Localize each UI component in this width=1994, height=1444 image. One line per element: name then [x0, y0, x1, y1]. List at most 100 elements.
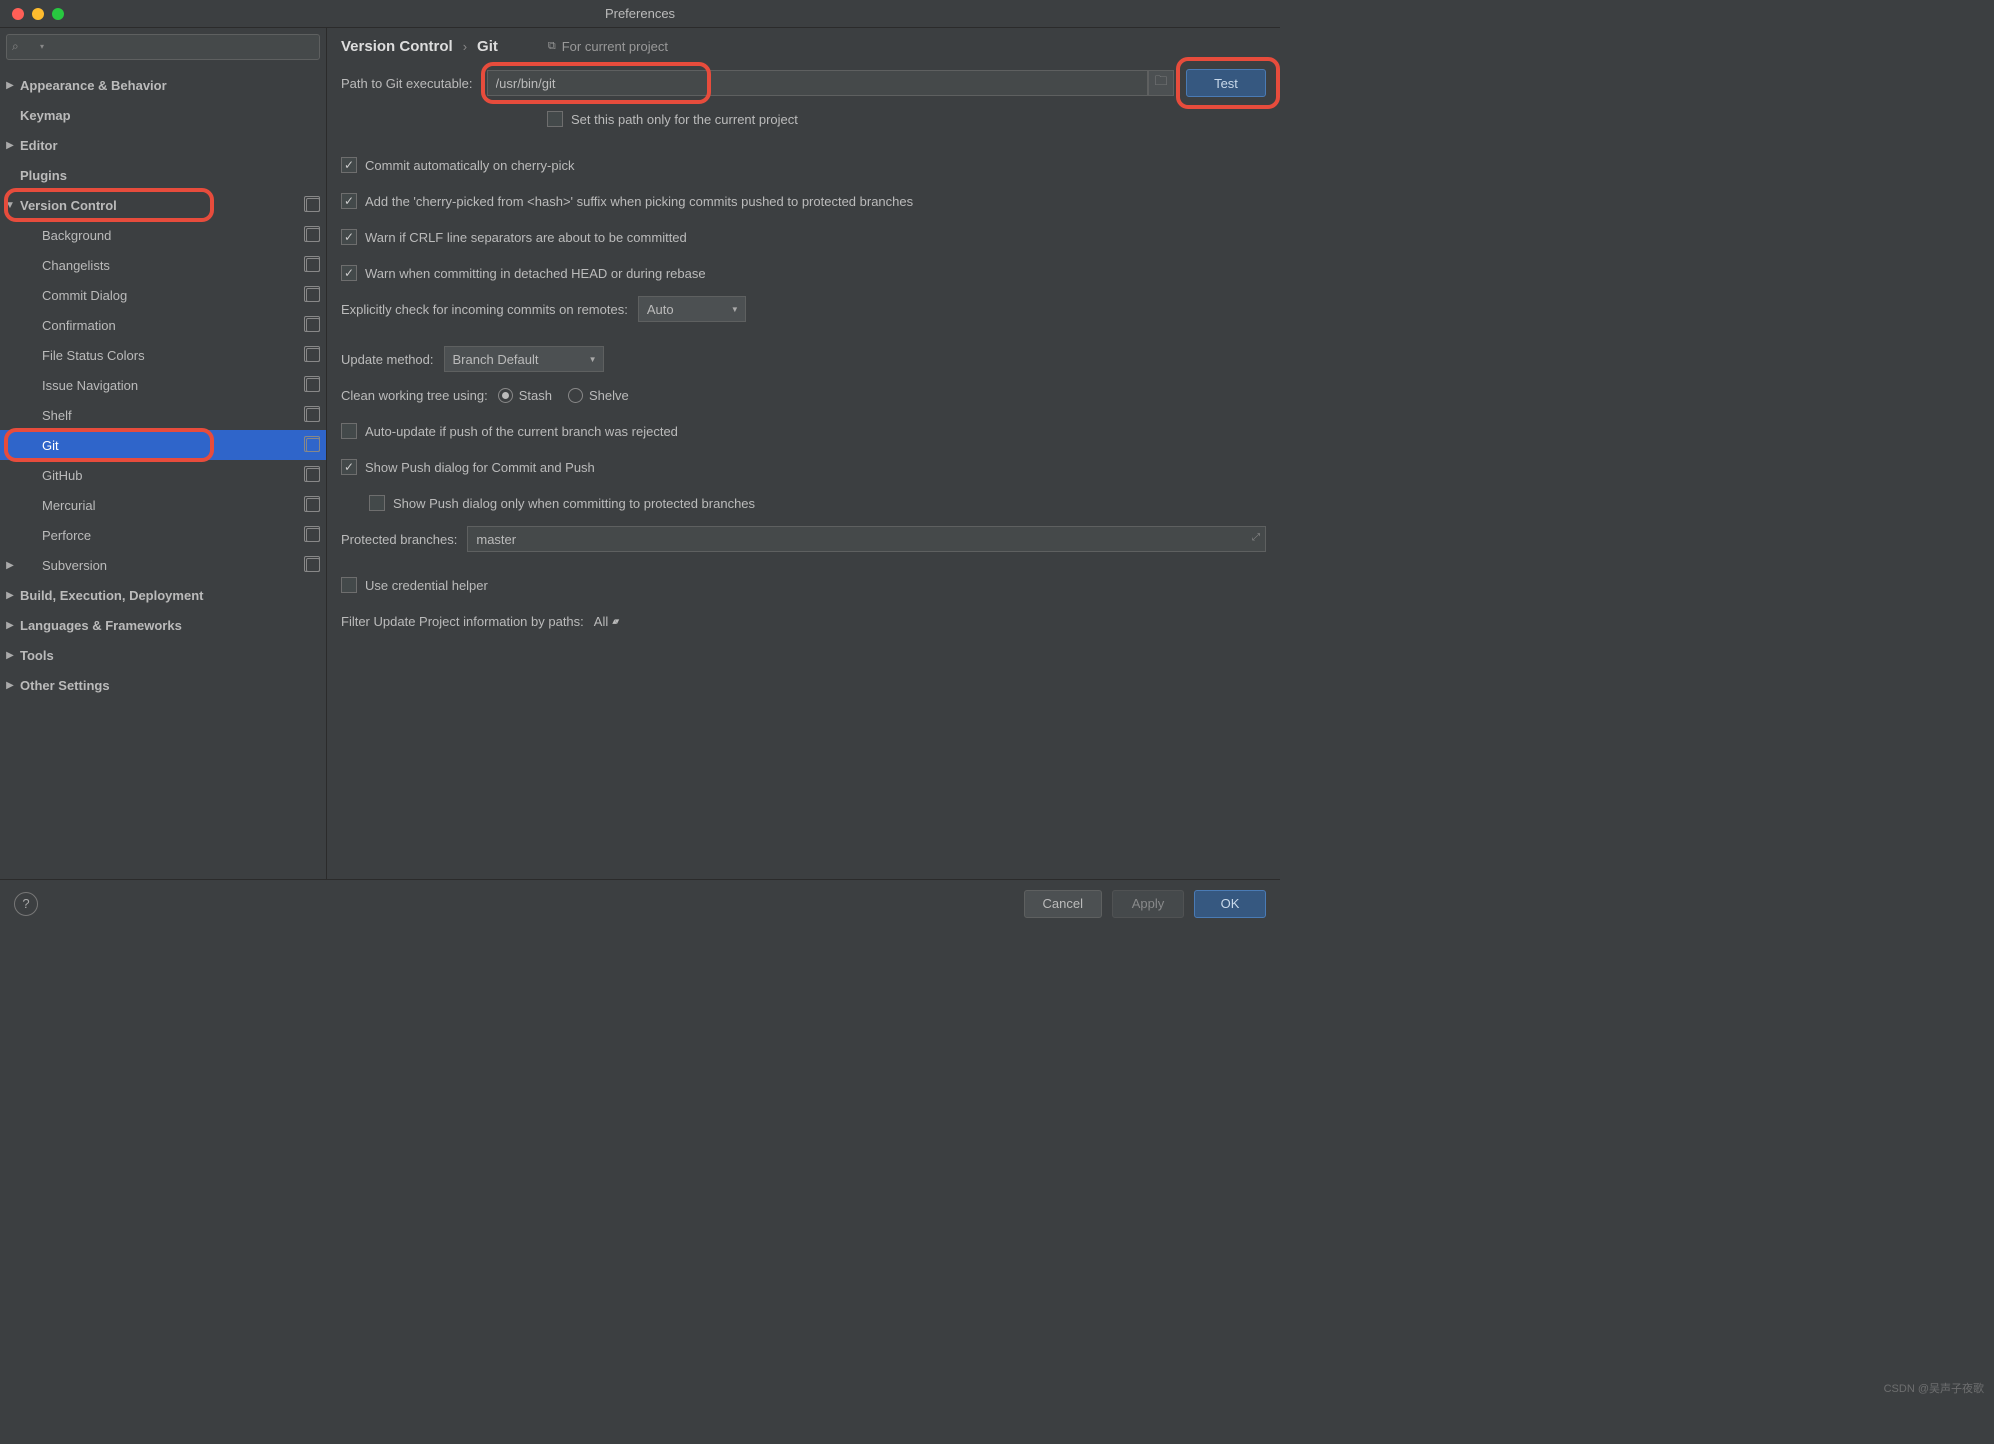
- browse-folder-icon[interactable]: 🗀: [1148, 70, 1174, 96]
- expand-arrow-icon: ▼: [0, 200, 20, 211]
- project-scope-icon: [306, 318, 320, 332]
- add-suffix-checkbox[interactable]: [341, 193, 357, 209]
- sidebar-item-perforce[interactable]: Perforce: [0, 520, 326, 550]
- search-container: ⌕ ▾: [6, 34, 320, 60]
- set-path-only-checkbox[interactable]: [547, 111, 563, 127]
- maximize-window-icon[interactable]: [52, 8, 64, 20]
- sidebar-item-label: Changelists: [20, 258, 306, 273]
- sidebar-item-label: Background: [20, 228, 306, 243]
- sidebar-item-label: Appearance & Behavior: [20, 78, 320, 93]
- auto-update-checkbox[interactable]: [341, 423, 357, 439]
- sidebar-item-languages-frameworks[interactable]: ▶Languages & Frameworks: [0, 610, 326, 640]
- warn-detached-checkbox[interactable]: [341, 265, 357, 281]
- sidebar-item-shelf[interactable]: Shelf: [0, 400, 326, 430]
- breadcrumb-current: Git: [477, 38, 498, 55]
- update-method-select[interactable]: Branch Default: [444, 346, 604, 372]
- search-input[interactable]: [6, 34, 320, 60]
- minimize-window-icon[interactable]: [32, 8, 44, 20]
- sidebar-item-mercurial[interactable]: Mercurial: [0, 490, 326, 520]
- explicitly-check-select[interactable]: Auto: [638, 296, 746, 322]
- sidebar: ⌕ ▾ ▶Appearance & BehaviorKeymap▶EditorP…: [0, 28, 327, 879]
- sidebar-item-issue-navigation[interactable]: Issue Navigation: [0, 370, 326, 400]
- expand-icon[interactable]: ⤢: [1252, 532, 1260, 543]
- sidebar-item-background[interactable]: Background: [0, 220, 326, 250]
- sidebar-item-label: Issue Navigation: [20, 378, 306, 393]
- sidebar-item-tools[interactable]: ▶Tools: [0, 640, 326, 670]
- project-scope-icon: [306, 348, 320, 362]
- commit-auto-checkbox[interactable]: [341, 157, 357, 173]
- search-icon: ⌕: [12, 39, 19, 54]
- search-dropdown-icon[interactable]: ▾: [40, 42, 44, 51]
- sort-icon: ▴▾: [612, 616, 617, 627]
- project-scope-icon: [306, 558, 320, 572]
- expand-arrow-icon: ▶: [0, 650, 20, 661]
- show-push-protected-checkbox[interactable]: [369, 495, 385, 511]
- sidebar-item-label: Shelf: [20, 408, 306, 423]
- sidebar-item-label: Commit Dialog: [20, 288, 306, 303]
- shelve-radio[interactable]: [568, 388, 583, 403]
- project-scope-icon: [306, 288, 320, 302]
- sidebar-item-github[interactable]: GitHub: [0, 460, 326, 490]
- protected-branches-label: Protected branches:: [341, 532, 457, 547]
- sidebar-item-changelists[interactable]: Changelists: [0, 250, 326, 280]
- project-scope-icon: [306, 468, 320, 482]
- warn-crlf-checkbox[interactable]: [341, 229, 357, 245]
- sidebar-item-editor[interactable]: ▶Editor: [0, 130, 326, 160]
- content-pane: Version Control › Git ⧉ For current proj…: [327, 28, 1280, 879]
- window-title: Preferences: [605, 6, 675, 21]
- explicitly-check-label: Explicitly check for incoming commits on…: [341, 302, 628, 317]
- sidebar-item-label: Other Settings: [20, 678, 320, 693]
- sidebar-item-label: Languages & Frameworks: [20, 618, 320, 633]
- apply-button[interactable]: Apply: [1112, 890, 1184, 918]
- filter-update-label: Filter Update Project information by pat…: [341, 614, 584, 629]
- show-push-label: Show Push dialog for Commit and Push: [365, 460, 595, 475]
- sidebar-item-file-status-colors[interactable]: File Status Colors: [0, 340, 326, 370]
- project-scope-icon: [306, 438, 320, 452]
- project-scope-icon: [306, 498, 320, 512]
- sidebar-item-git[interactable]: Git: [0, 430, 326, 460]
- git-path-input[interactable]: [487, 70, 1148, 96]
- sidebar-item-commit-dialog[interactable]: Commit Dialog: [0, 280, 326, 310]
- sidebar-item-confirmation[interactable]: Confirmation: [0, 310, 326, 340]
- credential-helper-checkbox[interactable]: [341, 577, 357, 593]
- help-button[interactable]: ?: [14, 892, 38, 916]
- update-method-label: Update method:: [341, 352, 434, 367]
- footer: ? Cancel Apply OK: [0, 879, 1280, 927]
- protected-branches-input[interactable]: [467, 526, 1266, 552]
- sidebar-item-subversion[interactable]: ▶Subversion: [0, 550, 326, 580]
- stash-radio[interactable]: [498, 388, 513, 403]
- sidebar-item-appearance-behavior[interactable]: ▶Appearance & Behavior: [0, 70, 326, 100]
- sidebar-item-label: Tools: [20, 648, 320, 663]
- project-scope-icon: [306, 528, 320, 542]
- watermark: CSDN @吴声子夜歌: [1884, 1380, 1984, 1396]
- ok-button[interactable]: OK: [1194, 890, 1266, 918]
- sidebar-item-label: Version Control: [20, 198, 306, 213]
- sidebar-item-keymap[interactable]: Keymap: [0, 100, 326, 130]
- expand-arrow-icon: ▶: [0, 80, 20, 91]
- sidebar-item-build-execution-deployment[interactable]: ▶Build, Execution, Deployment: [0, 580, 326, 610]
- sidebar-item-other-settings[interactable]: ▶Other Settings: [0, 670, 326, 700]
- show-push-checkbox[interactable]: [341, 459, 357, 475]
- settings-tree: ▶Appearance & BehaviorKeymap▶EditorPlugi…: [0, 66, 326, 879]
- sidebar-item-plugins[interactable]: Plugins: [0, 160, 326, 190]
- sidebar-item-label: Plugins: [20, 168, 320, 183]
- path-label: Path to Git executable:: [341, 76, 473, 91]
- sidebar-item-label: Keymap: [20, 108, 320, 123]
- project-scope-icon: [306, 198, 320, 212]
- expand-arrow-icon: ▶: [0, 140, 20, 151]
- breadcrumb-parent[interactable]: Version Control: [341, 38, 453, 55]
- credential-helper-label: Use credential helper: [365, 578, 488, 593]
- sidebar-item-version-control[interactable]: ▼Version Control: [0, 190, 326, 220]
- breadcrumb: Version Control › Git ⧉ For current proj…: [341, 38, 1266, 55]
- titlebar: Preferences: [0, 0, 1280, 28]
- warn-detached-label: Warn when committing in detached HEAD or…: [365, 266, 706, 281]
- filter-update-value[interactable]: All▴▾: [594, 614, 618, 629]
- add-suffix-label: Add the 'cherry-picked from <hash>' suff…: [365, 194, 913, 209]
- test-button[interactable]: Test: [1186, 69, 1266, 97]
- sidebar-item-label: GitHub: [20, 468, 306, 483]
- cancel-button[interactable]: Cancel: [1024, 890, 1102, 918]
- sidebar-item-label: Subversion: [20, 558, 306, 573]
- expand-arrow-icon: ▶: [0, 680, 20, 691]
- close-window-icon[interactable]: [12, 8, 24, 20]
- set-path-only-label: Set this path only for the current proje…: [571, 112, 798, 127]
